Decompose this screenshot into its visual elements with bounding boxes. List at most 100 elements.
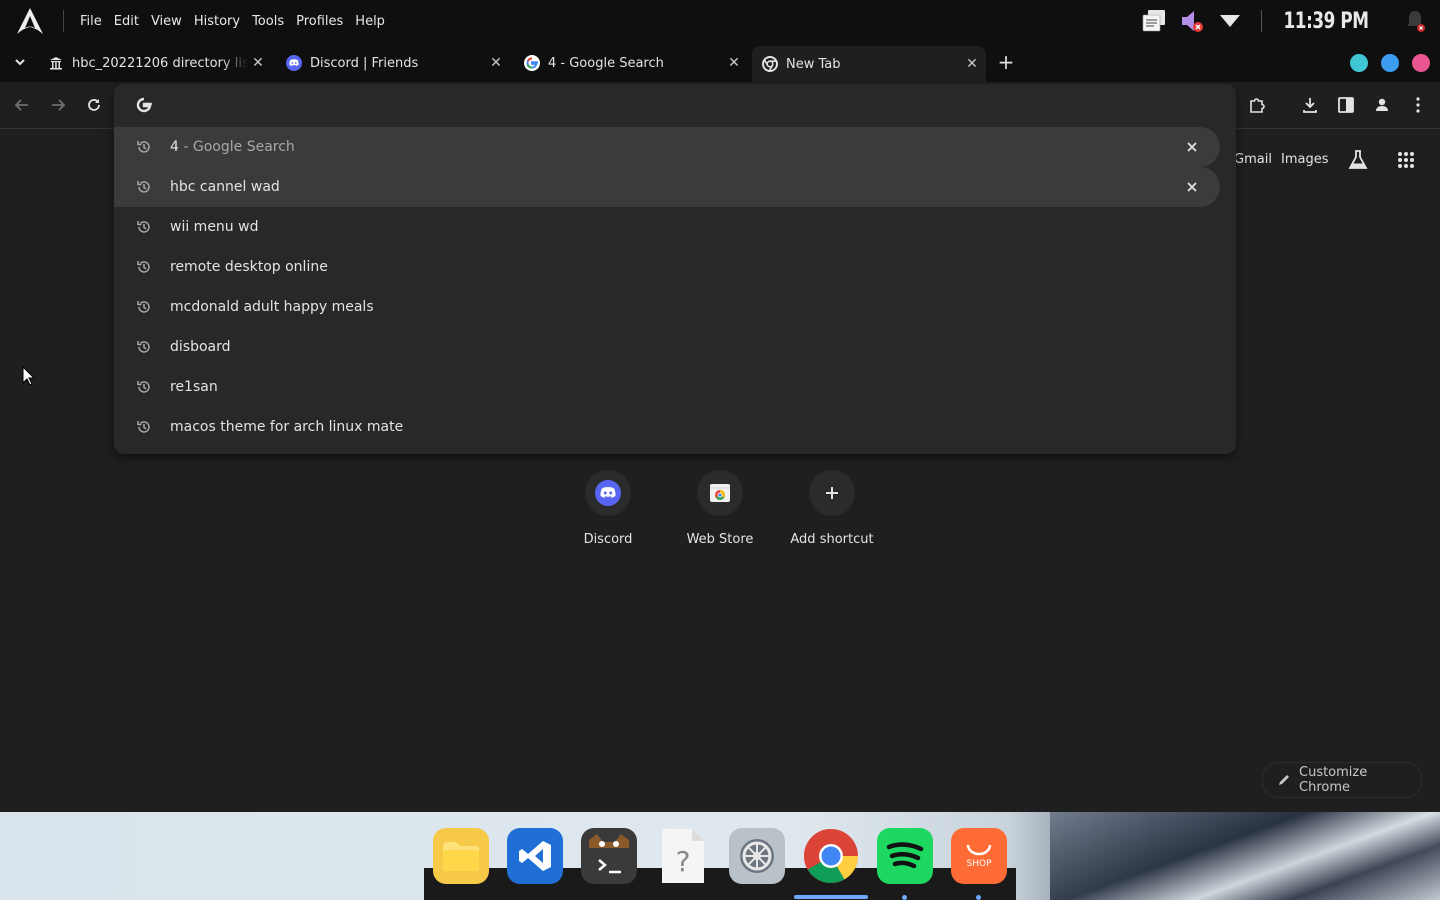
minimize-dot-icon[interactable] bbox=[1350, 54, 1368, 72]
tab-title: New Tab bbox=[786, 56, 841, 72]
shortcut-label: Add shortcut bbox=[790, 532, 874, 547]
clock[interactable]: 11:39 PM bbox=[1283, 9, 1369, 34]
archive-icon bbox=[48, 55, 64, 71]
suggestion-item[interactable]: remote desktop online bbox=[114, 247, 1220, 287]
webstore-icon bbox=[697, 470, 743, 516]
maximize-dot-icon[interactable] bbox=[1381, 54, 1399, 72]
remove-suggestion-close-icon[interactable] bbox=[1184, 139, 1200, 155]
chrome-app-icon[interactable] bbox=[803, 828, 859, 884]
tab-discord[interactable]: Discord | Friends ✕ bbox=[278, 48, 506, 78]
suggestion-text: 4 - Google Search bbox=[170, 139, 295, 155]
history-icon bbox=[136, 379, 152, 395]
help-app-icon[interactable]: ? bbox=[655, 828, 711, 884]
files-app-icon[interactable] bbox=[433, 828, 489, 884]
system-panel: File Edit View History Tools Profiles He… bbox=[0, 0, 1440, 42]
tab-close-icon[interactable]: ✕ bbox=[962, 56, 982, 72]
shop-label: SHOP bbox=[966, 859, 992, 869]
discord-icon bbox=[585, 470, 631, 516]
new-tab-plus-icon[interactable]: + bbox=[996, 52, 1016, 72]
kebab-menu-icon[interactable] bbox=[1408, 95, 1428, 115]
panel-separator bbox=[1260, 10, 1262, 32]
menu-tools[interactable]: Tools bbox=[246, 14, 290, 29]
plus-icon bbox=[809, 470, 855, 516]
pencil-icon bbox=[1277, 773, 1291, 787]
suggestion-text: re1san bbox=[170, 379, 218, 395]
suggestion-item[interactable]: 4 - Google Search bbox=[114, 127, 1220, 167]
svg-text:?: ? bbox=[676, 845, 691, 878]
discord-icon bbox=[286, 55, 302, 71]
back-arrow-icon[interactable] bbox=[12, 95, 32, 115]
panel-separator bbox=[63, 10, 64, 32]
suggestion-item[interactable]: disboard bbox=[114, 327, 1220, 367]
tab-close-icon[interactable]: ✕ bbox=[724, 55, 744, 71]
suggestion-item[interactable]: hbc cannel wad bbox=[114, 167, 1220, 207]
tab-close-icon[interactable]: ✕ bbox=[248, 55, 268, 71]
suggestion-text: hbc cannel wad bbox=[170, 179, 280, 195]
suggestion-item[interactable]: re1san bbox=[114, 367, 1220, 407]
menu-view[interactable]: View bbox=[145, 14, 188, 29]
history-icon bbox=[136, 419, 152, 435]
tab-close-icon[interactable]: ✕ bbox=[486, 55, 506, 71]
suggestion-text: macos theme for arch linux mate bbox=[170, 419, 404, 435]
suggestion-item[interactable]: wii menu wd bbox=[114, 207, 1220, 247]
google-icon bbox=[524, 55, 540, 71]
tab-directory-listing[interactable]: hbc_20221206 directory listing ✕ bbox=[40, 48, 268, 78]
menu-file[interactable]: File bbox=[74, 14, 108, 29]
menu-history[interactable]: History bbox=[188, 14, 246, 29]
history-icon bbox=[136, 219, 152, 235]
arch-logo-icon[interactable] bbox=[15, 6, 45, 36]
shortcut-web-store[interactable]: Web Store bbox=[670, 470, 770, 547]
menu-profiles[interactable]: Profiles bbox=[290, 14, 349, 29]
suggestion-item[interactable]: mcdonald adult happy meals bbox=[114, 287, 1220, 327]
settings-gear-app-icon[interactable] bbox=[729, 828, 785, 884]
tab-google-search[interactable]: 4 - Google Search ✕ bbox=[516, 48, 744, 78]
chrome-icon bbox=[762, 56, 778, 72]
wallpaper-art bbox=[1050, 812, 1440, 900]
apps-grid-icon[interactable] bbox=[1394, 148, 1418, 172]
tab-title: hbc_20221206 directory listing bbox=[72, 55, 248, 71]
history-icon bbox=[136, 139, 152, 155]
history-icon bbox=[136, 339, 152, 355]
history-icon bbox=[136, 179, 152, 195]
shortcut-discord[interactable]: Discord bbox=[558, 470, 658, 547]
tab-title: Discord | Friends bbox=[310, 55, 419, 71]
remove-suggestion-close-icon[interactable] bbox=[1184, 179, 1200, 195]
omnibox-input[interactable] bbox=[114, 84, 1236, 126]
clipboard-icon[interactable] bbox=[1139, 6, 1169, 36]
reload-icon[interactable] bbox=[84, 95, 104, 115]
gmail-link[interactable]: Gmail bbox=[1234, 152, 1272, 167]
notification-bell-icon[interactable] bbox=[1400, 6, 1430, 36]
menu-bar: File Edit View History Tools Profiles He… bbox=[74, 14, 391, 29]
suggestion-text: mcdonald adult happy meals bbox=[170, 299, 374, 315]
dock-active-indicator bbox=[794, 895, 868, 899]
vscode-app-icon[interactable] bbox=[507, 828, 563, 884]
menu-edit[interactable]: Edit bbox=[108, 14, 145, 29]
network-icon[interactable] bbox=[1215, 6, 1245, 36]
terminal-app-icon[interactable] bbox=[581, 828, 637, 884]
forward-arrow-icon[interactable] bbox=[48, 95, 68, 115]
menu-help[interactable]: Help bbox=[349, 14, 391, 29]
google-g-icon bbox=[136, 97, 152, 113]
suggestion-text: disboard bbox=[170, 339, 231, 355]
spotify-app-icon[interactable] bbox=[877, 828, 933, 884]
download-icon[interactable] bbox=[1300, 95, 1320, 115]
tab-search-button[interactable] bbox=[8, 50, 32, 74]
tab-title: 4 - Google Search bbox=[548, 55, 664, 71]
shortcut-label: Discord bbox=[583, 532, 633, 547]
shortcut-label: Web Store bbox=[686, 532, 754, 547]
tab-new-tab[interactable]: New Tab ✕ bbox=[752, 46, 986, 82]
customize-chrome-button[interactable]: Customize Chrome bbox=[1262, 762, 1422, 798]
extensions-puzzle-icon[interactable] bbox=[1247, 95, 1267, 115]
shortcut-add[interactable]: Add shortcut bbox=[782, 470, 882, 547]
volume-muted-icon[interactable] bbox=[1177, 6, 1207, 36]
shop-app-icon[interactable]: SHOP bbox=[951, 828, 1007, 884]
close-dot-icon[interactable] bbox=[1412, 54, 1430, 72]
images-link[interactable]: Images bbox=[1281, 152, 1329, 167]
dock-running-dot bbox=[976, 895, 981, 900]
profile-avatar-icon[interactable] bbox=[1372, 95, 1392, 115]
history-icon bbox=[136, 299, 152, 315]
labs-flask-icon[interactable] bbox=[1346, 148, 1370, 172]
side-panel-icon[interactable] bbox=[1336, 95, 1356, 115]
suggestion-item[interactable]: macos theme for arch linux mate bbox=[114, 407, 1220, 447]
omnibox-dropdown: 4 - Google Search hbc cannel wad wii men… bbox=[114, 84, 1236, 454]
